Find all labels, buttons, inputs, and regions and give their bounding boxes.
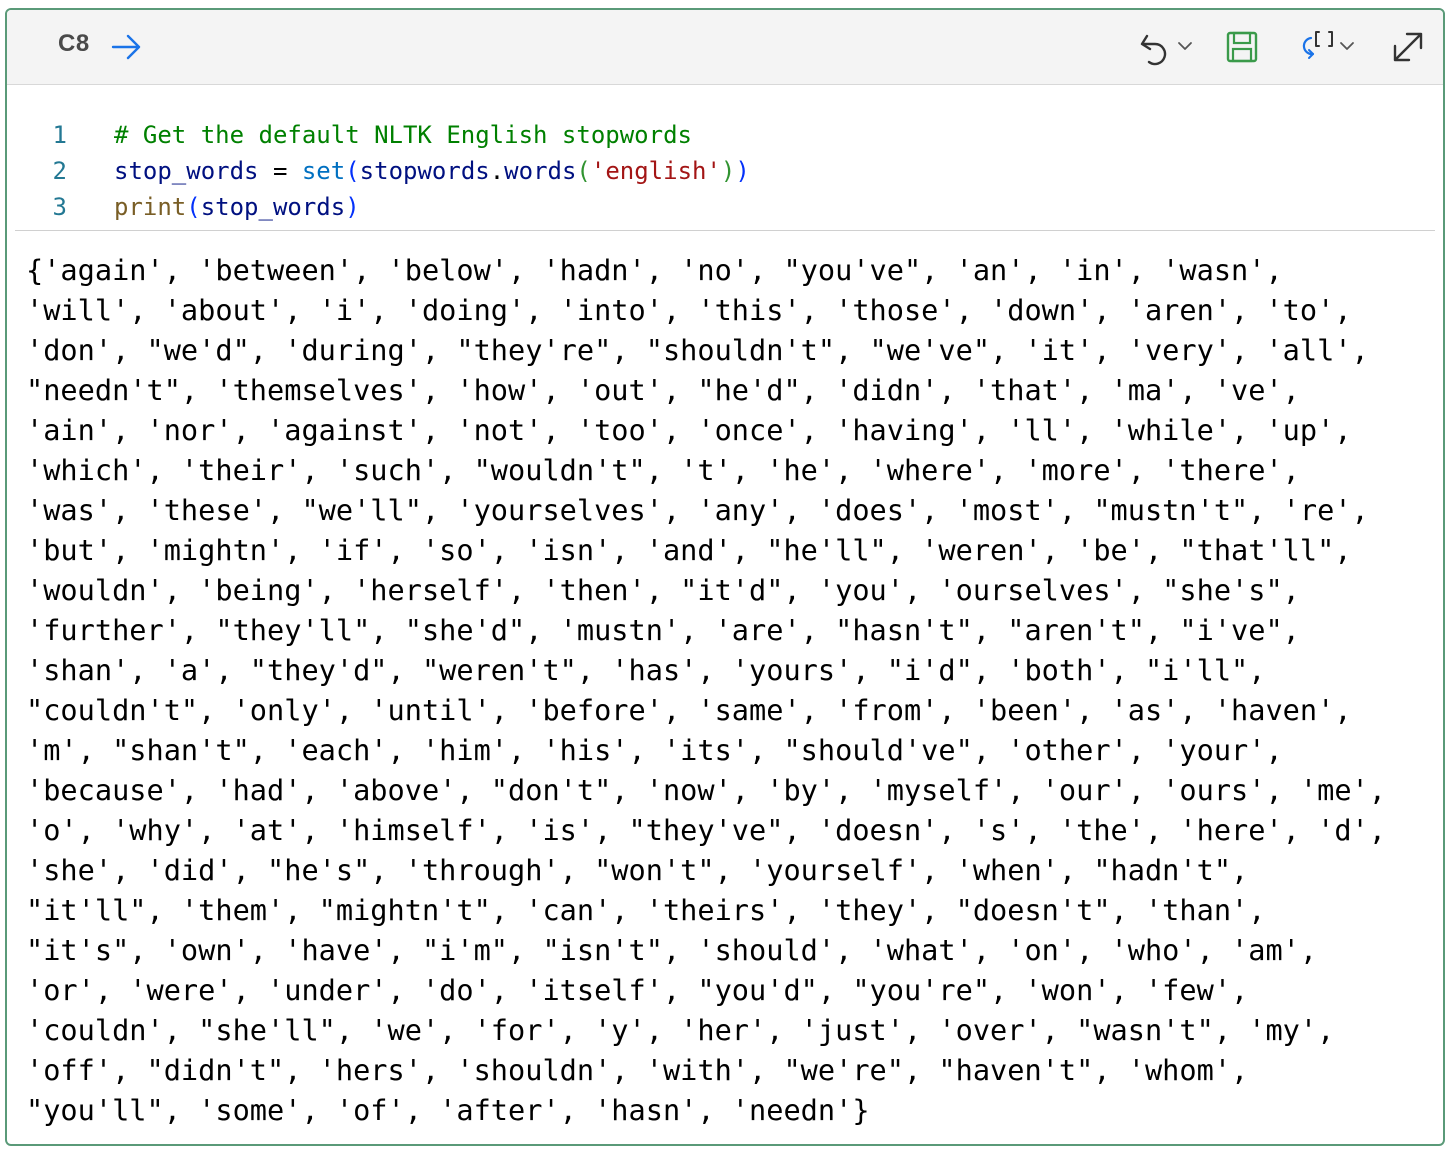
code-token: words bbox=[504, 157, 577, 185]
output-line: {'again', 'between', 'below', 'hadn', 'n… bbox=[26, 253, 1283, 287]
output-divider bbox=[15, 230, 1435, 231]
output-line: 'wouldn', 'being', 'herself', 'then', "i… bbox=[26, 573, 1300, 607]
code-token: = bbox=[258, 157, 302, 185]
output-line: 'further', "they'll", "she'd", 'mustn', … bbox=[26, 613, 1300, 647]
cell-output: {'again', 'between', 'below', 'hadn', 'n… bbox=[26, 250, 1436, 1130]
code-token: stop_words bbox=[200, 193, 346, 221]
line-number: 1 bbox=[52, 121, 67, 149]
code-token: stop_words bbox=[114, 157, 259, 185]
code-token: ( bbox=[186, 193, 201, 221]
code-line[interactable]: 1 # Get the default NLTK English stopword… bbox=[7, 117, 1443, 153]
output-line: "it's", 'own', 'have', "i'm", "isn't", '… bbox=[26, 933, 1318, 967]
output-line: 'or', 'were', 'under', 'do', 'itself', "… bbox=[26, 973, 1249, 1007]
output-line: 'which', 'their', 'such', "wouldn't", 't… bbox=[26, 453, 1300, 487]
output-line: 'she', 'did', "he's", 'through', "won't"… bbox=[26, 853, 1249, 887]
output-line: 'will', 'about', 'i', 'doing', 'into', '… bbox=[26, 293, 1352, 327]
code-token: ( bbox=[345, 157, 360, 185]
undo-icon[interactable] bbox=[1135, 30, 1195, 70]
variables-icon[interactable] bbox=[1297, 28, 1363, 72]
cell-toolbar: C8 bbox=[7, 10, 1443, 85]
output-line: "you'll", 'some', 'of', 'after', 'hasn',… bbox=[26, 1093, 870, 1127]
code-line[interactable]: 2 stop_words = set(stopwords.words('engli… bbox=[7, 153, 1443, 189]
code-token: ) bbox=[720, 157, 736, 185]
code-editor[interactable]: 1 # Get the default NLTK English stopword… bbox=[7, 85, 1443, 230]
output-line: 'but', 'mightn', 'if', 'so', 'isn', 'and… bbox=[26, 533, 1352, 567]
line-number: 2 bbox=[52, 157, 67, 185]
code-token: set bbox=[301, 157, 346, 185]
arrow-right-icon[interactable] bbox=[111, 32, 143, 62]
output-line: 'o', 'why', 'at', 'himself', 'is', "they… bbox=[26, 813, 1386, 847]
code-text[interactable]: stop_words = set(stopwords.words('englis… bbox=[114, 153, 750, 189]
code-token: print bbox=[114, 193, 187, 221]
output-line: 'couldn', "she'll", 'we', 'for', 'y', 'h… bbox=[26, 1013, 1335, 1047]
output-line: 'don', "we'd", 'during', "they're", "sho… bbox=[26, 333, 1369, 367]
line-number: 3 bbox=[52, 193, 67, 221]
output-line: "it'll", 'them', "mightn't", 'can', 'the… bbox=[26, 893, 1266, 927]
code-token: . bbox=[489, 157, 505, 185]
output-line: "couldn't", 'only', 'until', 'before', '… bbox=[26, 693, 1352, 727]
output-line: 'ain', 'nor', 'against', 'not', 'too', '… bbox=[26, 413, 1352, 447]
output-line: 'off', "didn't", 'hers', 'shouldn', 'wit… bbox=[26, 1053, 1249, 1087]
cell-id-label: C8 bbox=[58, 30, 90, 57]
code-line[interactable]: 3 print(stop_words) bbox=[7, 189, 1443, 225]
code-token: stopwords bbox=[359, 157, 490, 185]
notebook-cell[interactable]: C8 1 # Get the default NLTK English stop… bbox=[5, 8, 1445, 1146]
code-token: ) bbox=[735, 157, 750, 185]
output-line: "needn't", 'themselves', 'how', 'out', "… bbox=[26, 373, 1300, 407]
output-line: 'was', 'these', "we'll", 'yourselves', '… bbox=[26, 493, 1369, 527]
code-token: ) bbox=[345, 193, 360, 221]
output-line: 'because', 'had', 'above', "don't", 'now… bbox=[26, 773, 1386, 807]
code-text[interactable]: # Get the default NLTK English stopwords bbox=[114, 117, 692, 153]
code-token: # Get the default NLTK English stopwords bbox=[114, 121, 692, 149]
expand-icon[interactable] bbox=[1391, 30, 1425, 64]
save-icon[interactable] bbox=[1225, 30, 1259, 64]
code-token: 'english' bbox=[590, 157, 721, 185]
output-line: 'm', "shan't", 'each', 'him', 'his', 'it… bbox=[26, 733, 1283, 767]
code-token: ( bbox=[576, 157, 591, 185]
code-text[interactable]: print(stop_words) bbox=[114, 189, 360, 225]
output-line: 'shan', 'a', "they'd", "weren't", 'has',… bbox=[26, 653, 1266, 687]
